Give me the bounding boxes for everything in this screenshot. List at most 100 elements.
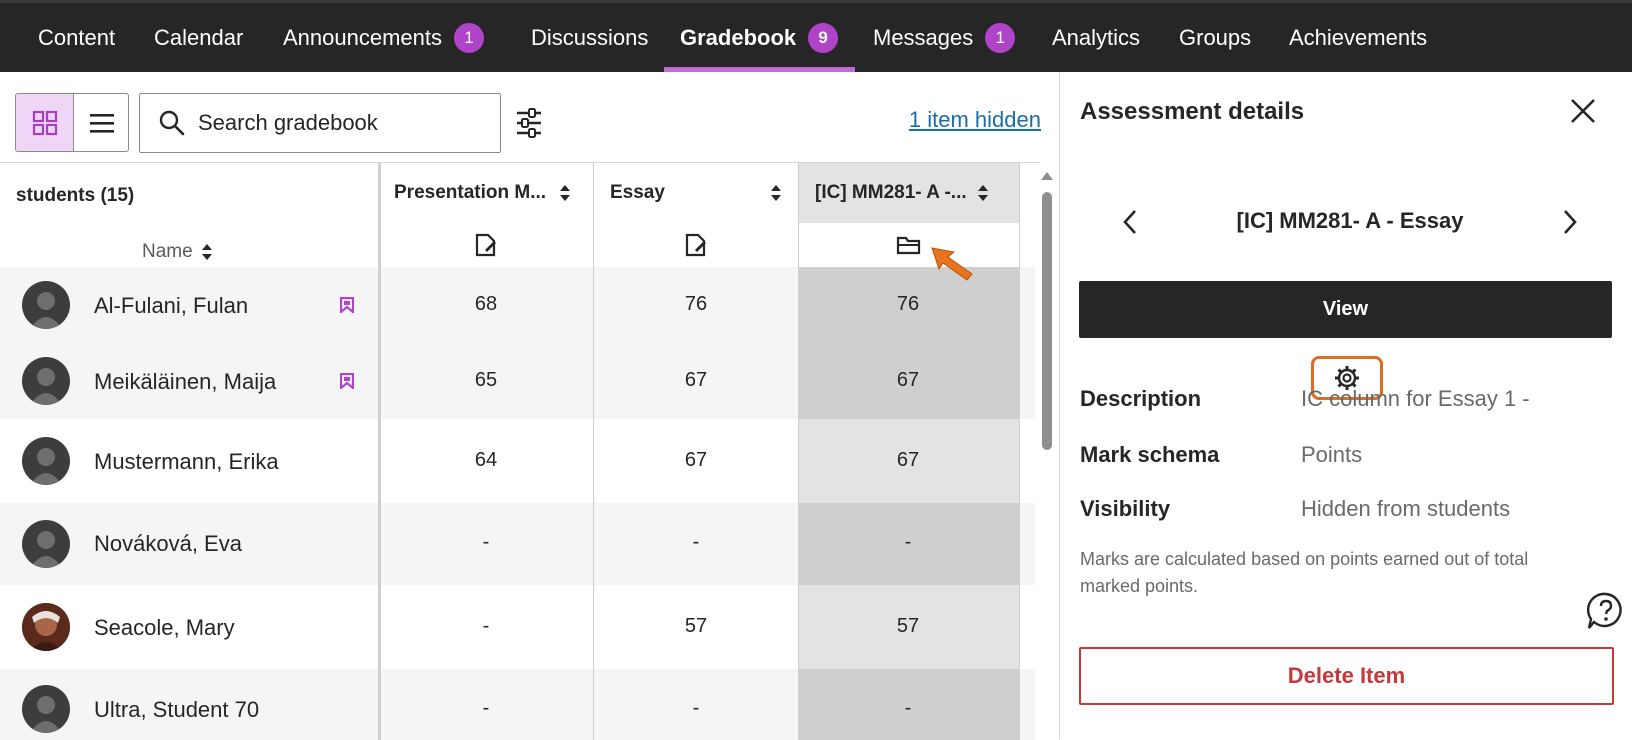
students-count-header: students (15) — [16, 185, 135, 206]
tab-analytics[interactable]: Analytics — [1052, 3, 1140, 72]
sort-icon — [201, 244, 212, 260]
avatar — [22, 357, 70, 405]
hidden-items-link[interactable]: 1 item hidden — [909, 107, 1041, 133]
view-button[interactable]: View — [1079, 281, 1612, 338]
student-name[interactable]: Seacole, Mary — [94, 615, 235, 641]
student-name[interactable]: Al-Fulani, Fulan — [94, 293, 248, 319]
grade-cell[interactable]: - — [436, 531, 536, 554]
tab-announcements[interactable]: Announcements 1 — [283, 3, 484, 72]
gradebook-badge: 9 — [808, 22, 839, 53]
grade-cell[interactable]: - — [436, 697, 536, 720]
avatar — [22, 685, 70, 733]
filter-button[interactable] — [514, 106, 544, 140]
assignment-icon — [475, 233, 496, 257]
avatar — [22, 437, 70, 485]
tab-label: Analytics — [1052, 24, 1141, 50]
announcements-badge: 1 — [454, 22, 484, 53]
scroll-up-icon[interactable] — [1040, 170, 1054, 182]
tab-achievements[interactable]: Achievements — [1289, 3, 1427, 72]
grade-cell[interactable]: 76 — [646, 293, 746, 316]
search-gradebook-input[interactable]: Search gradebook — [139, 93, 501, 153]
sort-icon[interactable] — [559, 184, 571, 202]
student-name[interactable]: Ultra, Student 70 — [94, 697, 259, 723]
grade-cell[interactable]: 67 — [858, 369, 958, 392]
grade-cell[interactable]: - — [858, 531, 958, 554]
assignment-icon — [685, 233, 706, 257]
help-icon[interactable] — [1586, 591, 1626, 631]
visibility-value: Hidden from students — [1301, 496, 1511, 521]
sort-icon[interactable] — [977, 184, 989, 202]
tab-messages[interactable]: Messages 1 — [873, 3, 1016, 72]
pointer-arrow-icon — [931, 247, 973, 281]
visibility-note: Marks are calculated based on points ear… — [1080, 549, 1529, 596]
folder-icon — [896, 236, 921, 255]
sort-icon[interactable] — [770, 184, 782, 202]
tab-label: Discussions — [531, 24, 649, 50]
list-icon — [89, 113, 114, 133]
chevron-right-icon[interactable] — [1560, 208, 1580, 236]
messages-badge: 1 — [985, 22, 1016, 53]
delete-item-button[interactable]: Delete Item — [1079, 647, 1614, 705]
column-title: Presentation M... — [394, 182, 547, 203]
item-title: [IC] MM281- A - Essay — [1236, 208, 1464, 233]
tab-calendar[interactable]: Calendar — [154, 3, 243, 72]
column-type-cell — [799, 223, 1019, 267]
chevron-left-icon[interactable] — [1120, 208, 1140, 236]
avatar — [22, 281, 70, 329]
column-title: [IC] MM281- A -... — [815, 182, 967, 203]
tab-content[interactable]: Content — [38, 3, 115, 72]
active-tab-indicator — [664, 67, 855, 72]
grade-cell[interactable]: - — [858, 697, 958, 720]
list-view-button[interactable] — [73, 94, 128, 151]
grade-cell[interactable]: 57 — [858, 615, 958, 638]
tab-label: Messages — [873, 24, 974, 50]
tab-label: Content — [38, 24, 116, 50]
bookmark-icon — [340, 373, 354, 389]
grade-cell[interactable]: 67 — [646, 369, 746, 392]
student-name[interactable]: Meikäläinen, Maija — [94, 369, 276, 395]
panel-title: Assessment details — [1080, 98, 1305, 125]
grade-cell[interactable]: 67 — [858, 449, 958, 472]
top-nav: Content Calendar Announcements 1 Discussi… — [0, 0, 1632, 72]
tab-label: Achievements — [1289, 24, 1428, 50]
mark-schema-value: Points — [1301, 442, 1363, 467]
grade-cell[interactable]: - — [646, 697, 746, 720]
mark-schema-label: Mark schema — [1080, 442, 1220, 467]
visibility-label: Visibility — [1080, 496, 1171, 521]
name-sort-button[interactable]: Name — [142, 241, 213, 263]
column-header-presentation[interactable]: Presentation M... — [378, 163, 593, 223]
grade-cell[interactable]: 57 — [646, 615, 746, 638]
grid-icon — [32, 110, 57, 135]
description-label: Description — [1080, 386, 1202, 411]
description-value: IC column for Essay 1 - — [1301, 386, 1530, 411]
student-name[interactable]: Mustermann, Erika — [94, 449, 279, 475]
grade-cell[interactable]: 67 — [646, 449, 746, 472]
view-toggle — [15, 93, 129, 152]
grid-view-button[interactable] — [16, 94, 73, 151]
search-placeholder: Search gradebook — [198, 110, 378, 135]
tab-label: Gradebook — [680, 24, 797, 50]
column-header-ic-mm281[interactable]: [IC] MM281- A -... — [799, 163, 1019, 223]
gradebook-grid: students (15) Name Presentation M... Ess… — [0, 162, 1040, 740]
column-header-essay[interactable]: Essay — [594, 163, 798, 223]
avatar — [22, 520, 70, 568]
bookmark-icon — [340, 297, 354, 313]
grade-cell[interactable]: 64 — [436, 449, 536, 472]
column-divider — [1019, 163, 1020, 740]
tab-discussions[interactable]: Discussions — [531, 3, 648, 72]
close-icon[interactable] — [1568, 96, 1598, 126]
student-name[interactable]: Nováková, Eva — [94, 531, 242, 557]
grade-cell[interactable]: 76 — [858, 293, 958, 316]
tab-gradebook[interactable]: Gradebook 9 — [680, 3, 839, 72]
column-title: Essay — [610, 182, 665, 203]
grade-cell[interactable]: - — [436, 615, 536, 638]
assessment-details-panel: Assessment details [IC] MM281- A - Essay… — [1059, 72, 1632, 739]
tab-groups[interactable]: Groups — [1179, 3, 1251, 72]
scrollbar-thumb[interactable] — [1042, 192, 1052, 450]
grade-cell[interactable]: 68 — [436, 293, 536, 316]
filter-sliders-icon — [517, 108, 541, 138]
column-type-cell — [378, 223, 593, 267]
grade-cell[interactable]: 65 — [436, 369, 536, 392]
grade-cell[interactable]: - — [646, 531, 746, 554]
grid-scrollbar[interactable] — [1040, 170, 1054, 739]
